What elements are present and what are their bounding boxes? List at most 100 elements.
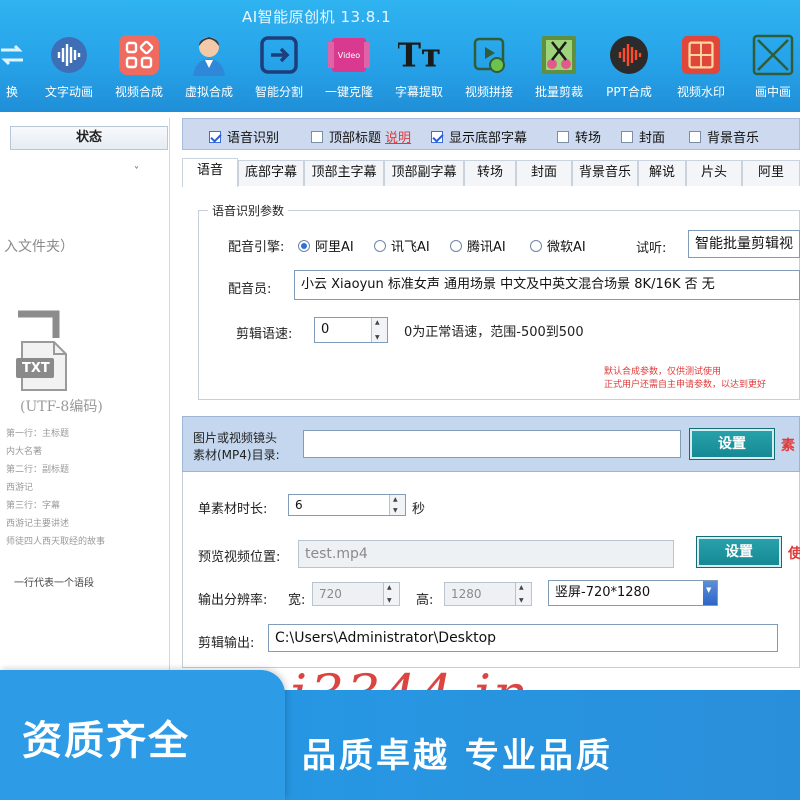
format-note: 内大名著 <box>6 447 43 457</box>
help-link[interactable]: 说明 <box>385 127 411 146</box>
tab-speech[interactable]: 语音 <box>182 158 238 187</box>
radio-xunfei-ai[interactable]: 讯飞AI <box>374 236 430 255</box>
width-stepper[interactable] <box>383 583 399 605</box>
checkbox-icon[interactable] <box>209 130 221 143</box>
preview-settings-button[interactable]: 设置 <box>696 536 782 568</box>
listen-label: 试听: <box>636 241 667 256</box>
duration-stepper[interactable] <box>389 495 405 515</box>
tab-narration[interactable]: 解说 <box>638 160 686 186</box>
format-note: 第三行：字幕 <box>6 501 61 511</box>
toolbar-item-picture-in-picture[interactable]: 画中画 <box>742 34 800 104</box>
material-settings-button[interactable]: 设置 <box>689 428 775 460</box>
radio-icon[interactable] <box>530 239 542 252</box>
format-note: 第一行：主标题 <box>6 429 70 439</box>
checkbox-cover[interactable]: 封面 <box>621 127 665 146</box>
tab-top-main-subtitle[interactable]: 顶部主字幕 <box>304 160 384 186</box>
toolbar-item-video-watermark[interactable]: 视频水印 <box>668 34 734 104</box>
tab-ali[interactable]: 阿里 <box>742 160 800 186</box>
radio-icon[interactable] <box>450 239 462 252</box>
height-label: 高: <box>416 593 434 608</box>
preview-path-input[interactable]: test.mp4 <box>298 540 674 568</box>
material-directory-input[interactable] <box>303 430 681 458</box>
checkbox-bottom-subtitle[interactable]: 显示底部字幕 <box>431 127 527 146</box>
speech-params-legend: 语音识别参数 <box>208 202 289 219</box>
video-clone-icon: Video <box>328 34 370 76</box>
material-side-text: 素 <box>781 438 795 454</box>
toolbar-item-swap[interactable]: 换 <box>0 34 30 104</box>
orientation-select[interactable]: 竖屏-720*1280 <box>548 580 718 606</box>
voice-select[interactable]: 小云 Xiaoyun 标准女声 通用场景 中文及中英文混合场景 8K/16K 否… <box>294 270 800 300</box>
left-panel: 状态 ˅ 入文件夹） TXT (UTF-8编码) 第一行：主标题 内大名著 第二… <box>0 118 170 678</box>
speed-hint: 0为正常语速，范围-500到500 <box>404 325 584 340</box>
apply-params-note: 正式用户还需自主申请参数，以达到更好 <box>604 380 767 390</box>
audio-wave-icon <box>48 34 90 76</box>
grid-apps-icon <box>118 34 160 76</box>
split-arrow-icon <box>258 34 300 76</box>
svg-text:Video: Video <box>338 51 361 60</box>
promo-headline: 资质齐全 <box>22 718 190 764</box>
tab-transition[interactable]: 转场 <box>464 160 516 186</box>
checkbox-icon[interactable] <box>431 130 443 143</box>
svg-text:Tт: Tт <box>398 36 440 74</box>
film-scissors-icon <box>538 34 580 76</box>
settings-tabs: 语音 底部字幕 顶部主字幕 顶部副字幕 转场 封面 背景音乐 解说 片头 阿里 <box>182 156 800 187</box>
checkbox-speech-recognition[interactable]: 语音识别 <box>209 127 279 146</box>
format-note: 师徒四人西天取经的故事 <box>6 537 106 547</box>
tab-background-music[interactable]: 背景音乐 <box>572 160 638 186</box>
material-label-line1: 图片或视频镜头 <box>193 431 278 445</box>
width-label: 宽: <box>288 593 306 608</box>
txt-file-icon: TXT <box>14 340 70 392</box>
tab-cover[interactable]: 封面 <box>516 160 572 186</box>
duration-label: 单素材时长: <box>198 502 268 517</box>
engine-label: 配音引擎: <box>228 240 285 255</box>
chevron-down-icon[interactable] <box>703 581 717 605</box>
tab-bottom-subtitle[interactable]: 底部字幕 <box>238 160 304 186</box>
radio-icon[interactable] <box>298 239 310 252</box>
tab-top-sub-subtitle[interactable]: 顶部副字幕 <box>384 160 464 186</box>
material-section: 图片或视频镜头 素材(MP4)目录: 设置 素 <box>182 416 800 472</box>
toolbar-item-subtitle-extract[interactable]: Tт 字幕提取 <box>388 34 450 104</box>
checkbox-icon[interactable] <box>311 130 323 143</box>
checkbox-top-title[interactable]: 顶部标题 说明 <box>311 127 411 146</box>
radio-icon[interactable] <box>374 239 386 252</box>
checkbox-background-music[interactable]: 背景音乐 <box>689 127 759 146</box>
toolbar-item-ppt-compose[interactable]: PPT合成 <box>598 34 660 104</box>
toolbar-item-smart-split[interactable]: 智能分割 <box>248 34 310 104</box>
checkbox-icon[interactable] <box>689 130 701 143</box>
speed-stepper[interactable] <box>371 318 387 342</box>
tab-intro[interactable]: 片头 <box>686 160 742 186</box>
height-stepper[interactable] <box>515 583 531 605</box>
resolution-label: 输出分辨率: <box>198 593 268 608</box>
speed-label: 剪辑语速: <box>236 327 293 342</box>
listen-select[interactable]: 智能批量剪辑视 <box>688 230 800 258</box>
radio-ali-ai[interactable]: 阿里AI <box>298 236 354 255</box>
options-bar: 语音识别 顶部标题 说明 显示底部字幕 转场 封面 背景音乐 <box>182 118 800 150</box>
checkbox-transition[interactable]: 转场 <box>557 127 601 146</box>
chevron-down-icon[interactable]: ˅ <box>134 166 139 177</box>
app-title: AI智能原创机 13.8.1 <box>242 8 392 26</box>
radio-tencent-ai[interactable]: 腾讯AI <box>450 236 506 255</box>
duration-unit: 秒 <box>412 502 426 517</box>
folder-corner-graphic <box>18 310 60 338</box>
status-column-header[interactable]: 状态 <box>10 126 168 150</box>
toolbar-item-video-splice[interactable]: 视频拼接 <box>458 34 520 104</box>
voice-label: 配音员: <box>228 282 272 297</box>
radio-microsoft-ai[interactable]: 微软AI <box>530 236 586 255</box>
toolbar-item-batch-trim[interactable]: 批量剪裁 <box>528 34 590 104</box>
one-line-note: 一行代表一个语段 <box>14 578 94 589</box>
material-label-line2: 素材(MP4)目录: <box>193 448 280 462</box>
preview-side-text: 使 <box>788 546 800 562</box>
folder-hint-text: 入文件夹） <box>4 239 74 255</box>
toolbar-item-text-animation[interactable]: 文字动画 <box>38 34 100 104</box>
format-note: 第二行：副标题 <box>6 465 70 475</box>
toolbar-item-virtual-compose[interactable]: 虚拟合成 <box>178 34 240 104</box>
format-note: 西游记主要讲述 <box>6 519 70 529</box>
output-path-input[interactable]: C:\Users\Administrator\Desktop <box>268 624 778 652</box>
ppt-record-icon <box>608 34 650 76</box>
toolbar-item-video-compose[interactable]: 视频合成 <box>108 34 170 104</box>
checkbox-icon[interactable] <box>557 130 569 143</box>
format-note: 西游记 <box>6 483 34 493</box>
checkbox-icon[interactable] <box>621 130 633 143</box>
swap-icon <box>0 34 33 76</box>
toolbar-item-one-click-clone[interactable]: Video 一键克隆 <box>318 34 380 104</box>
